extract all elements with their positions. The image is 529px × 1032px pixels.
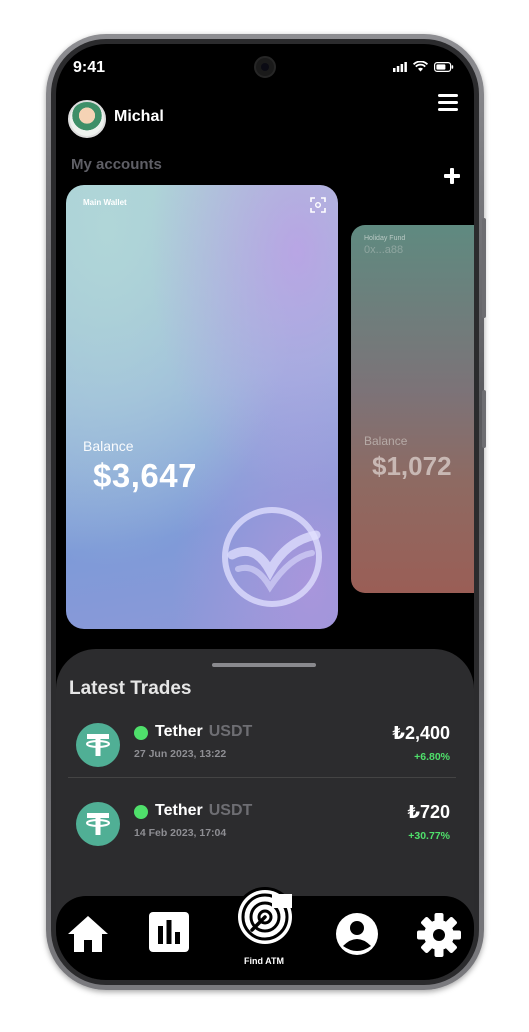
home-icon[interactable] bbox=[66, 914, 110, 954]
settings-icon[interactable] bbox=[416, 912, 462, 958]
trade-amount: ₺2,400 bbox=[392, 723, 450, 743]
main-wallet-card[interactable]: Main Wallet Balance $3,647 bbox=[66, 185, 338, 629]
menu-icon[interactable] bbox=[438, 94, 458, 112]
holiday-fund-card[interactable]: Holiday Fund 0x...a88 Balance $1,072 bbox=[351, 225, 474, 593]
profile-icon[interactable] bbox=[335, 912, 379, 956]
sheet-handle[interactable] bbox=[212, 663, 316, 667]
balance-value: $3,647 bbox=[93, 457, 197, 494]
username: Michal bbox=[114, 108, 164, 125]
my-accounts-label: My accounts bbox=[71, 156, 162, 173]
volume-button bbox=[482, 218, 486, 318]
trade-amount: ₺720 bbox=[407, 802, 450, 822]
coin-label: Tether bbox=[155, 723, 203, 740]
trade-date: 14 Feb 2023, 17:04 bbox=[134, 827, 227, 839]
front-camera bbox=[254, 56, 276, 78]
avatar[interactable] bbox=[68, 100, 106, 138]
trade-change: +30.77% bbox=[408, 830, 450, 842]
status-dot bbox=[134, 805, 148, 819]
wifi-icon bbox=[413, 61, 428, 72]
stats-icon[interactable] bbox=[149, 912, 189, 952]
find-atm-icon[interactable] bbox=[234, 886, 296, 948]
coin-name: Tether USDT bbox=[155, 802, 252, 820]
signal-icon bbox=[393, 61, 407, 72]
brand-logo-icon bbox=[222, 507, 322, 607]
divider bbox=[68, 777, 456, 778]
balance-value: $1,072 bbox=[372, 451, 452, 481]
tether-icon bbox=[76, 723, 120, 767]
trade-row[interactable]: Tether USDT 14 Feb 2023, 17:04 ₺720 +30.7… bbox=[68, 792, 458, 866]
trade-date: 27 Jun 2023, 13:22 bbox=[134, 748, 227, 760]
balance-label: Balance bbox=[83, 438, 134, 454]
add-account-icon[interactable] bbox=[444, 168, 460, 184]
trade-change: +6.80% bbox=[414, 751, 450, 763]
power-button bbox=[482, 390, 486, 448]
scan-icon[interactable] bbox=[310, 197, 326, 213]
status-dot bbox=[134, 726, 148, 740]
bottom-nav: Find ATM bbox=[56, 887, 474, 980]
coin-name: Tether USDT bbox=[155, 723, 252, 741]
battery-icon bbox=[434, 61, 454, 72]
coin-symbol: USDT bbox=[208, 802, 253, 819]
app-screen: 9:41 Michal My accounts Main Wallet Bala… bbox=[56, 44, 474, 980]
card-name: Holiday Fund bbox=[364, 235, 406, 242]
card-name: Main Wallet bbox=[83, 198, 127, 207]
card-address: 0x...a88 bbox=[364, 244, 404, 256]
trades-title: Latest Trades bbox=[69, 678, 192, 699]
coin-label: Tether bbox=[155, 802, 203, 819]
tether-icon bbox=[76, 802, 120, 846]
balance-label: Balance bbox=[364, 434, 408, 448]
coin-symbol: USDT bbox=[208, 723, 253, 740]
find-atm-label[interactable]: Find ATM bbox=[236, 956, 292, 966]
status-time: 9:41 bbox=[73, 59, 106, 76]
trade-row[interactable]: Tether USDT 27 Jun 2023, 13:22 ₺2,400 +6.… bbox=[68, 713, 458, 787]
status-icons bbox=[393, 61, 454, 72]
